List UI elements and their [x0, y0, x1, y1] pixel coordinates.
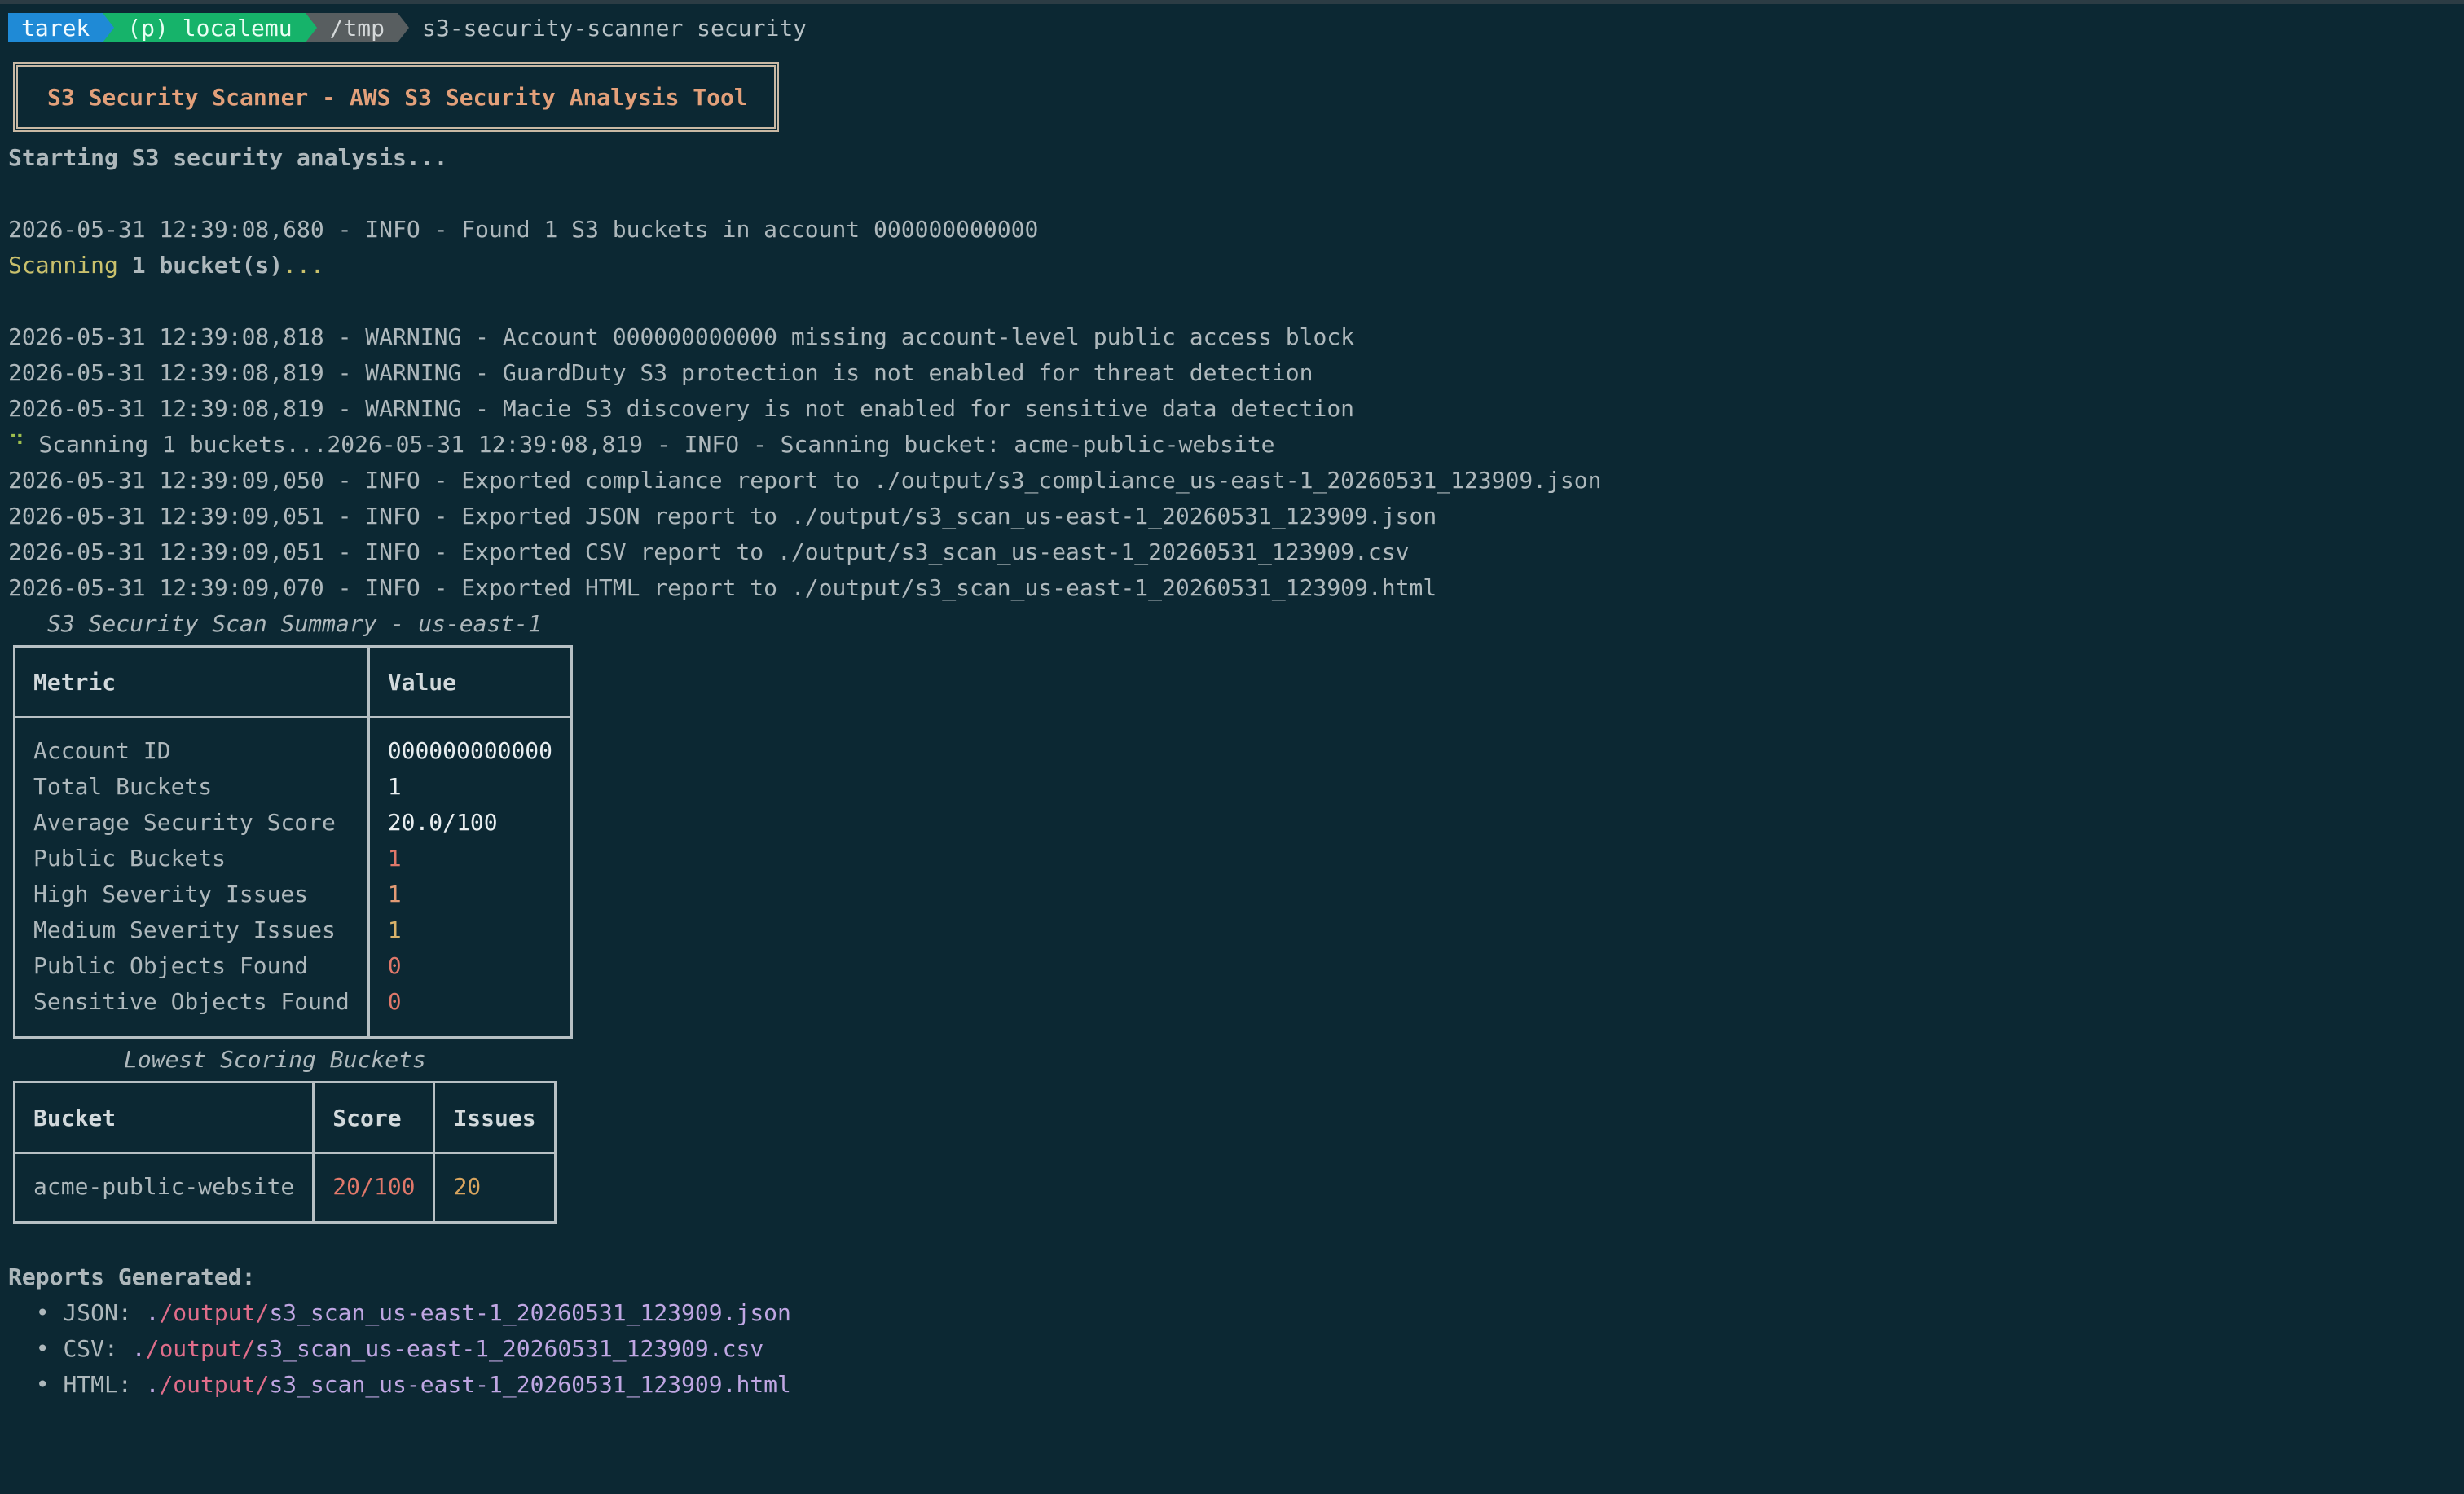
summary-table-caption: S3 Security Scan Summary - us-east-1	[47, 610, 542, 637]
table-header-row: Bucket Score Issues	[12, 1081, 557, 1154]
metric-cell: High Severity Issues	[13, 877, 370, 912]
prompt-profile: (p) localemu	[127, 14, 293, 42]
table-row: Total Buckets 1	[13, 769, 574, 805]
prompt-user: tarek	[21, 14, 90, 42]
log-line-warning: 2026-05-31 12:39:08,819 - WARNING - Maci…	[8, 395, 1355, 422]
table-row: Public Buckets 1	[13, 841, 574, 877]
value-cell: 1	[367, 912, 574, 948]
log-line-warning: 2026-05-31 12:39:08,819 - WARNING - Guar…	[8, 359, 1313, 386]
metric-cell: Medium Severity Issues	[13, 912, 370, 948]
lowest-table-body: acme-public-website 20/100 20	[12, 1153, 557, 1224]
report-path-dot: .	[131, 1335, 146, 1362]
table-row: Public Objects Found 0	[13, 948, 574, 984]
column-header-bucket: Bucket	[12, 1081, 315, 1154]
report-path-dot: .	[145, 1299, 160, 1326]
table-row: Account ID 000000000000	[13, 717, 574, 769]
value-cell: 0	[367, 984, 574, 1039]
scanning-bucket-line: ⠙ Scanning 1 buckets...2026-05-31 12:39:…	[8, 427, 2456, 463]
value-cell: 20.0/100	[367, 805, 574, 841]
spinner-icon: ⠙	[8, 431, 25, 458]
bullet-icon: •	[8, 1371, 64, 1398]
metric-cell: Total Buckets	[13, 769, 370, 805]
lowest-table-caption: Lowest Scoring Buckets	[124, 1046, 426, 1073]
table-row: Medium Severity Issues 1	[13, 912, 574, 948]
log-line-export: 2026-05-31 12:39:09,050 - INFO - Exporte…	[8, 467, 1602, 494]
scanning-status: Scanning 1 bucket(s)...	[8, 248, 2456, 283]
prompt-path: /tmp	[329, 14, 385, 42]
lowest-scoring-table: Bucket Score Issues acme-public-website 2…	[12, 1081, 557, 1224]
tool-banner: S3 Security Scanner - AWS S3 Security An…	[13, 62, 779, 132]
spinner-text: Scanning 1 buckets...2026-05-31 12:39:08…	[24, 431, 1275, 458]
powerline-arrow-icon	[398, 13, 410, 42]
prompt-command: s3-security-scanner security	[422, 14, 807, 42]
metric-cell: Public Objects Found	[13, 948, 370, 984]
starting-message: Starting S3 security analysis...	[8, 144, 448, 171]
report-label: JSON:	[63, 1299, 146, 1326]
value-cell: 0	[367, 948, 574, 984]
table-row: High Severity Issues 1	[13, 877, 574, 912]
summary-table: Metric Value Account ID 000000000000 Total…	[13, 645, 574, 1039]
report-path-dot: .	[145, 1371, 160, 1398]
report-label: CSV:	[63, 1335, 132, 1362]
column-header-metric: Metric	[13, 645, 370, 718]
terminal-output: tarek (p) localemu /tmp s3-security-scan…	[8, 10, 2456, 1403]
scanning-word: Scanning	[8, 252, 118, 279]
reports-list: • JSON: ./output/s3_scan_us-east-1_20260…	[8, 1295, 2456, 1403]
report-item: • HTML: ./output/s3_scan_us-east-1_20260…	[8, 1367, 2456, 1403]
summary-table-body: Account ID 000000000000 Total Buckets 1 Aver…	[13, 717, 574, 1039]
report-item: • CSV: ./output/s3_scan_us-east-1_202605…	[8, 1331, 2456, 1367]
log-line-warning: 2026-05-31 12:39:08,818 - WARNING - Acco…	[8, 323, 1355, 350]
log-line-export: 2026-05-31 12:39:09,051 - INFO - Exporte…	[8, 538, 1410, 565]
column-header-score: Score	[312, 1081, 436, 1154]
reports-title: Reports Generated:	[8, 1263, 256, 1290]
bucket-name-cell: acme-public-website	[12, 1153, 315, 1224]
table-header-row: Metric Value	[13, 645, 574, 718]
log-line-export: 2026-05-31 12:39:09,070 - INFO - Exporte…	[8, 574, 1437, 601]
prompt-profile-segment: (p) localemu	[103, 13, 317, 42]
banner-title: S3 Security Scanner - AWS S3 Security An…	[47, 83, 748, 111]
report-path: /output/s3_scan_us-east-1_20260531_12390…	[145, 1335, 764, 1362]
table-row: Sensitive Objects Found 0	[13, 984, 574, 1039]
scanning-dots: ...	[283, 252, 324, 279]
scanning-paren: (s)	[241, 252, 284, 279]
table-row: Average Security Score 20.0/100	[13, 805, 574, 841]
powerline-arrow-icon	[103, 13, 115, 42]
metric-cell: Sensitive Objects Found	[13, 984, 370, 1039]
metric-cell: Average Security Score	[13, 805, 370, 841]
value-cell: 000000000000	[367, 717, 574, 769]
window-top-border	[0, 0, 2464, 4]
powerline-arrow-icon	[305, 13, 317, 42]
shell-prompt: tarek (p) localemu /tmp s3-security-scan…	[8, 10, 2456, 46]
value-cell: 1	[367, 769, 574, 805]
score-cell: 20/100	[312, 1153, 436, 1224]
report-item: • JSON: ./output/s3_scan_us-east-1_20260…	[8, 1295, 2456, 1331]
value-cell: 1	[367, 841, 574, 877]
report-label: HTML:	[63, 1371, 146, 1398]
bullet-icon: •	[8, 1299, 64, 1326]
report-path: /output/s3_scan_us-east-1_20260531_12390…	[159, 1371, 791, 1398]
bullet-icon: •	[8, 1335, 64, 1362]
prompt-path-segment: /tmp	[305, 13, 410, 42]
column-header-value: Value	[367, 645, 574, 718]
column-header-issues: Issues	[433, 1081, 557, 1154]
scanning-count: 1 bucket	[131, 252, 242, 279]
value-cell: 1	[367, 877, 574, 912]
prompt-user-segment: tarek	[8, 13, 115, 42]
report-path: /output/s3_scan_us-east-1_20260531_12390…	[159, 1299, 791, 1326]
log-line-found: 2026-05-31 12:39:08,680 - INFO - Found 1…	[8, 216, 1039, 243]
table-row: acme-public-website 20/100 20	[12, 1153, 557, 1224]
log-line-export: 2026-05-31 12:39:09,051 - INFO - Exporte…	[8, 503, 1437, 529]
metric-cell: Public Buckets	[13, 841, 370, 877]
issues-cell: 20	[433, 1153, 557, 1224]
metric-cell: Account ID	[13, 717, 370, 769]
